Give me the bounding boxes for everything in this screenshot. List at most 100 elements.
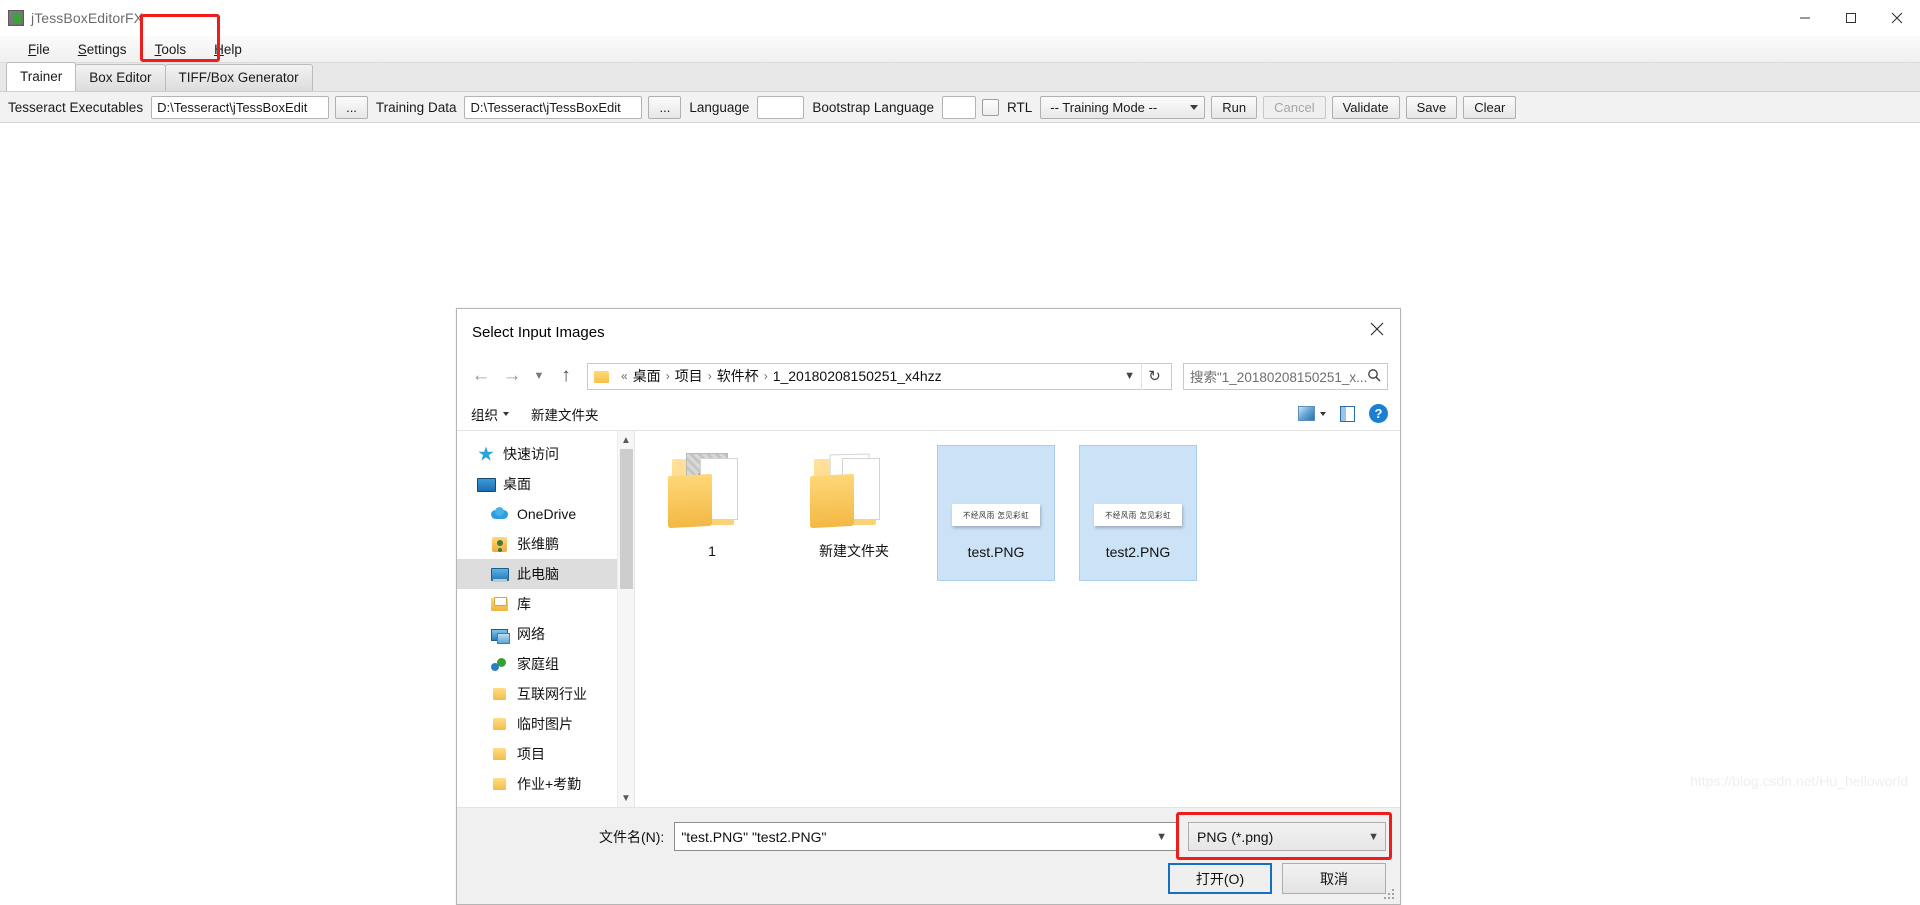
library-icon bbox=[491, 596, 509, 613]
open-button[interactable]: 打开(O) bbox=[1168, 863, 1272, 894]
sidebar-item-label: 桌面 bbox=[503, 474, 531, 494]
up-icon[interactable]: ↑ bbox=[552, 362, 580, 390]
address-bar[interactable]: « 桌面 › 项目 › 软件杯 › 1_20180208150251_x4hzz… bbox=[587, 363, 1172, 390]
file-list: 1 新建文件夹 不经风雨 怎 bbox=[635, 431, 1400, 807]
image-preview-text: 不经风雨 怎见彩虹 bbox=[1105, 509, 1171, 521]
scrollbar-thumb[interactable] bbox=[620, 449, 633, 589]
search-input[interactable]: 搜索"1_20180208150251_x... bbox=[1183, 363, 1388, 390]
title-bar: jTessBoxEditorFX bbox=[0, 0, 1920, 36]
breadcrumb-item-2[interactable]: 软件杯 bbox=[717, 366, 759, 386]
pc-icon bbox=[491, 566, 509, 583]
menu-item-settings[interactable]: Settings bbox=[64, 39, 141, 60]
cloud-icon bbox=[491, 506, 509, 523]
bootstrap-language-label: Bootstrap Language bbox=[810, 100, 936, 115]
clear-button[interactable]: Clear bbox=[1463, 96, 1516, 119]
breadcrumb-item-0[interactable]: 桌面 bbox=[633, 366, 661, 386]
chevron-up-icon[interactable]: ▲ bbox=[618, 431, 634, 449]
file-item-test-png[interactable]: 不经风雨 怎见彩虹 test.PNG bbox=[937, 445, 1055, 581]
sidebar-item-onedrive[interactable]: OneDrive bbox=[457, 499, 634, 529]
breadcrumb-item-3[interactable]: 1_20180208150251_x4hzz bbox=[773, 368, 942, 384]
user-icon bbox=[491, 536, 509, 553]
training-mode-select[interactable]: -- Training Mode -- bbox=[1040, 96, 1205, 119]
breadcrumb-item-1[interactable]: 项目 bbox=[675, 366, 703, 386]
menu-item-settings-label: ettings bbox=[87, 42, 127, 57]
rtl-checkbox[interactable] bbox=[982, 99, 999, 116]
sidebar-item-folder-2[interactable]: 临时图片 bbox=[457, 709, 634, 739]
sidebar-item-folder-3[interactable]: 项目 bbox=[457, 739, 634, 769]
tab-tiff-box-generator[interactable]: TIFF/Box Generator bbox=[165, 64, 313, 91]
organize-menu[interactable]: 组织 bbox=[471, 404, 509, 424]
training-data-browse-button[interactable]: ... bbox=[648, 96, 681, 119]
cancel-button[interactable]: 取消 bbox=[1282, 863, 1386, 894]
file-item-test2-png[interactable]: 不经风雨 怎见彩虹 test2.PNG bbox=[1079, 445, 1197, 581]
file-item-folder-2[interactable]: 新建文件夹 bbox=[795, 445, 913, 581]
filename-input[interactable]: "test.PNG" "test2.PNG" ▼ bbox=[674, 822, 1178, 851]
sidebar-item-this-pc[interactable]: 此电脑 bbox=[457, 559, 634, 589]
validate-button[interactable]: Validate bbox=[1332, 96, 1400, 119]
filetype-select[interactable]: PNG (*.png) ▼ bbox=[1188, 822, 1386, 851]
tesseract-executables-input[interactable]: D:\Tesseract\jTessBoxEdit bbox=[151, 96, 329, 119]
breadcrumb-separator: › bbox=[708, 369, 712, 383]
menu-bar: File Settings Tools Help bbox=[0, 36, 1920, 63]
sidebar-item-network[interactable]: 网络 bbox=[457, 619, 634, 649]
refresh-icon[interactable]: ↻ bbox=[1141, 363, 1167, 390]
back-icon[interactable]: ← bbox=[467, 362, 495, 390]
folder-icon bbox=[491, 686, 509, 703]
filetype-value: PNG (*.png) bbox=[1197, 829, 1273, 845]
sidebar-item-libraries[interactable]: 库 bbox=[457, 589, 634, 619]
menu-item-tools[interactable]: Tools bbox=[141, 39, 201, 60]
sidebar-item-label: 快速访问 bbox=[503, 444, 559, 464]
sidebar-item-quick-access[interactable]: 快速访问 bbox=[457, 439, 634, 469]
view-layout-icon bbox=[1298, 406, 1315, 421]
new-folder-button[interactable]: 新建文件夹 bbox=[531, 404, 599, 424]
folder-icon bbox=[594, 370, 610, 383]
dialog-title: Select Input Images bbox=[472, 324, 605, 341]
dialog-command-bar: 组织 新建文件夹 ? bbox=[457, 397, 1400, 431]
forward-icon[interactable]: → bbox=[498, 362, 526, 390]
view-options-button[interactable] bbox=[1298, 406, 1326, 421]
resize-grip-icon[interactable] bbox=[1384, 889, 1396, 901]
chevron-down-icon[interactable]: ▼ bbox=[618, 789, 634, 807]
training-mode-value: -- Training Mode -- bbox=[1050, 100, 1157, 115]
sidebar-item-folder-1[interactable]: 互联网行业 bbox=[457, 679, 634, 709]
homegroup-icon bbox=[491, 656, 509, 673]
sidebar-item-homegroup[interactable]: 家庭组 bbox=[457, 649, 634, 679]
recent-locations-icon[interactable]: ▼ bbox=[529, 362, 549, 390]
help-icon[interactable]: ? bbox=[1369, 404, 1388, 423]
sidebar-item-label: 网络 bbox=[517, 624, 545, 644]
new-folder-label: 新建文件夹 bbox=[531, 404, 599, 424]
command-bar-right: ? bbox=[1298, 404, 1388, 423]
dialog-title-bar: Select Input Images bbox=[457, 309, 1400, 355]
sidebar-item-label: OneDrive bbox=[517, 506, 576, 522]
file-item-folder-1[interactable]: 1 bbox=[653, 445, 771, 581]
bootstrap-language-input[interactable] bbox=[942, 96, 976, 119]
run-button[interactable]: Run bbox=[1211, 96, 1257, 119]
tab-trainer[interactable]: Trainer bbox=[6, 62, 76, 91]
app-icon bbox=[8, 10, 24, 26]
chevron-down-icon[interactable]: ▼ bbox=[1118, 370, 1141, 382]
close-icon[interactable] bbox=[1874, 0, 1920, 36]
sidebar-item-label: 家庭组 bbox=[517, 654, 559, 674]
tesseract-executables-label: Tesseract Executables bbox=[6, 100, 145, 115]
sidebar-item-desktop[interactable]: 桌面 bbox=[457, 469, 634, 499]
menu-item-help[interactable]: Help bbox=[200, 39, 256, 60]
chevron-down-icon[interactable]: ▼ bbox=[1152, 831, 1171, 843]
menu-item-file-label: ile bbox=[36, 42, 50, 57]
sidebar-item-user[interactable]: 张维鹏 bbox=[457, 529, 634, 559]
chevron-down-icon: ▼ bbox=[1368, 831, 1379, 843]
language-input[interactable] bbox=[757, 96, 804, 119]
dialog-close-icon[interactable] bbox=[1354, 309, 1400, 349]
minimize-icon[interactable] bbox=[1782, 0, 1828, 36]
tab-box-editor[interactable]: Box Editor bbox=[75, 64, 165, 91]
chevron-down-icon bbox=[1320, 412, 1326, 416]
rtl-label: RTL bbox=[1005, 100, 1034, 115]
menu-item-file[interactable]: File bbox=[14, 39, 64, 60]
tesseract-browse-button[interactable]: ... bbox=[335, 96, 368, 119]
training-data-input[interactable]: D:\Tesseract\jTessBoxEdit bbox=[464, 96, 642, 119]
sidebar-item-label: 库 bbox=[517, 594, 531, 614]
folder-icon bbox=[491, 716, 509, 733]
preview-pane-icon[interactable] bbox=[1340, 406, 1355, 422]
sidebar-scrollbar[interactable]: ▲ ▼ bbox=[617, 431, 634, 807]
maximize-icon[interactable] bbox=[1828, 0, 1874, 36]
save-button[interactable]: Save bbox=[1406, 96, 1458, 119]
